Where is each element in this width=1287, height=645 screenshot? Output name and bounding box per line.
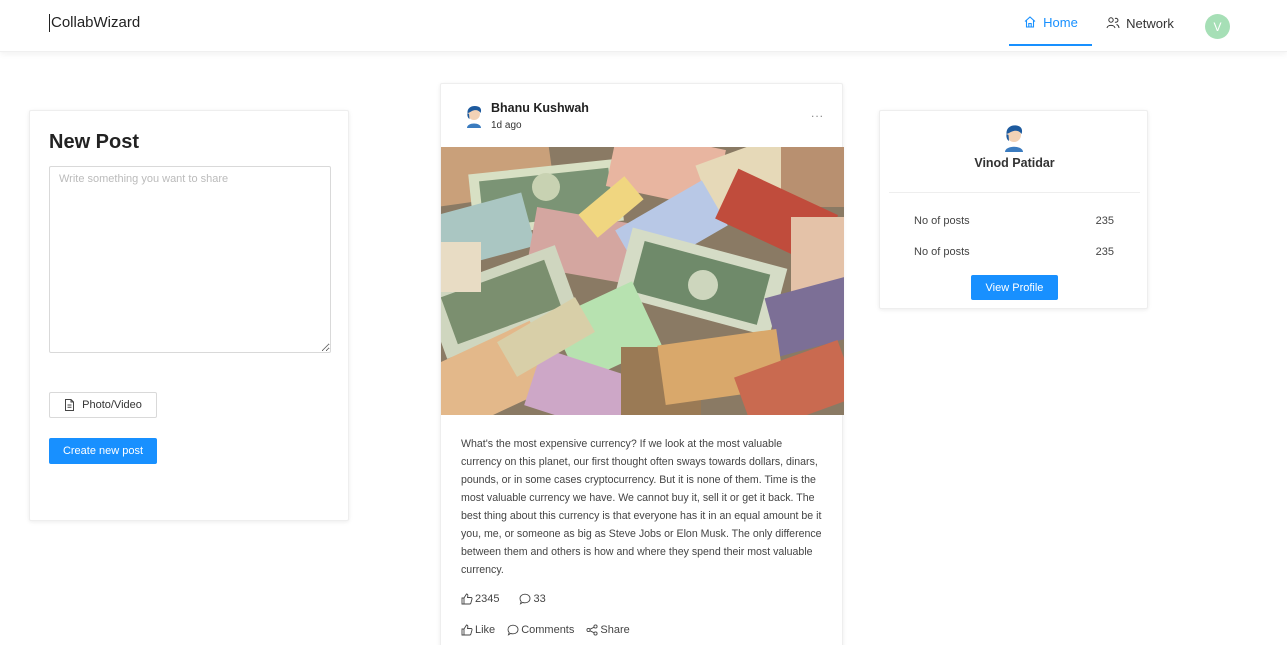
- network-icon: [1106, 16, 1120, 30]
- stat-value: 235: [1095, 215, 1114, 227]
- post-image: [441, 147, 844, 415]
- post-actions: Like Comments Share: [461, 624, 630, 636]
- stat-label: No of posts: [914, 215, 970, 227]
- new-post-card: New Post Photo/Video Create new post: [29, 110, 349, 521]
- like-button[interactable]: Like: [461, 624, 495, 636]
- user-avatar[interactable]: V: [1205, 14, 1230, 39]
- profile-name: Vinod Patidar: [974, 156, 1055, 170]
- share-label: Share: [600, 624, 630, 636]
- photo-video-label: Photo/Video: [82, 399, 142, 411]
- comments-label: Comments: [521, 624, 575, 636]
- post-content-input[interactable]: [49, 166, 331, 353]
- profile-stat-row: No of posts 235: [914, 215, 1114, 227]
- brand-logo[interactable]: CollabWizard: [49, 14, 140, 32]
- profile-avatar-icon[interactable]: [1002, 123, 1026, 153]
- profile-card: Vinod Patidar No of posts 235 No of post…: [879, 110, 1148, 309]
- post-time: 1d ago: [491, 120, 522, 131]
- feed-post: Bhanu Kushwah 1d ago ... What's the most…: [440, 83, 844, 645]
- comments-value: 33: [533, 593, 546, 605]
- post-body: What's the most expensive currency? If w…: [461, 438, 822, 576]
- comment-icon: [519, 593, 531, 605]
- stat-label: No of posts: [914, 246, 970, 258]
- post-author[interactable]: Bhanu Kushwah: [491, 101, 589, 115]
- comment-icon: [507, 624, 519, 636]
- nav-network[interactable]: Network: [1092, 0, 1188, 46]
- share-icon: [586, 624, 598, 636]
- likes-value: 2345: [475, 593, 500, 605]
- top-navbar: CollabWizard Home Network V: [0, 0, 1287, 52]
- view-profile-button[interactable]: View Profile: [971, 275, 1058, 300]
- thumbs-up-icon: [461, 624, 473, 636]
- more-options-icon[interactable]: ...: [811, 106, 824, 120]
- share-button[interactable]: Share: [586, 624, 630, 636]
- likes-count: 2345: [461, 593, 499, 605]
- home-icon: [1023, 15, 1037, 29]
- author-avatar-icon[interactable]: [463, 104, 485, 129]
- comments-count: 33: [519, 593, 546, 605]
- nav-home-label: Home: [1043, 14, 1078, 30]
- comments-button[interactable]: Comments: [507, 624, 574, 636]
- nav-network-label: Network: [1126, 15, 1174, 31]
- like-label: Like: [475, 624, 496, 636]
- thumbs-up-icon: [461, 593, 473, 605]
- nav-home[interactable]: Home: [1009, 0, 1092, 46]
- create-post-button[interactable]: Create new post: [49, 438, 157, 464]
- post-stats: 2345 33: [461, 593, 546, 605]
- stat-value: 235: [1095, 246, 1114, 258]
- profile-divider: [889, 192, 1140, 193]
- profile-stat-row: No of posts 235: [914, 246, 1114, 258]
- photo-video-button[interactable]: Photo/Video: [49, 392, 157, 418]
- new-post-title: New Post: [49, 131, 140, 153]
- file-icon: [64, 399, 75, 411]
